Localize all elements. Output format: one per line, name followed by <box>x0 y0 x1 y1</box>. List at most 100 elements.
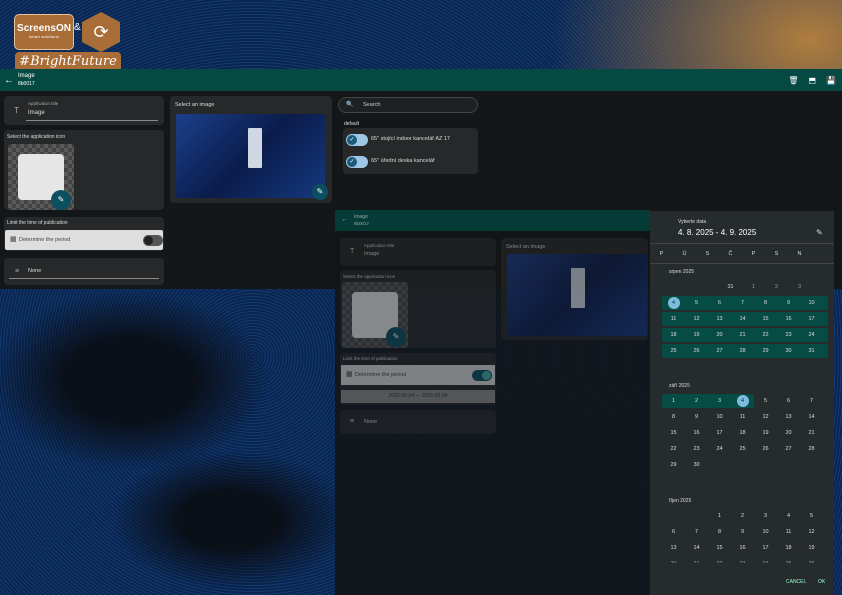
day-cell[interactable]: 29 <box>754 344 777 358</box>
day-cell[interactable]: 12 <box>685 312 708 326</box>
day-cell[interactable]: 13 <box>662 541 685 555</box>
day-cell[interactable]: 29 <box>662 458 685 472</box>
edit-icon-button[interactable]: ✎ <box>386 327 406 347</box>
day-cell[interactable]: 27 <box>708 344 731 358</box>
day-cell[interactable]: 2 <box>731 509 754 523</box>
day-cell[interactable]: 9 <box>685 410 708 424</box>
day-cell[interactable]: 26 <box>685 344 708 358</box>
day-cell[interactable]: 19 <box>800 541 823 555</box>
day-cell[interactable]: 10 <box>800 296 823 310</box>
day-cell[interactable]: 27 <box>777 442 800 456</box>
day-cell[interactable]: 11 <box>731 410 754 424</box>
edit-icon-button[interactable]: ✎ <box>51 190 71 210</box>
period-toggle[interactable] <box>143 235 163 246</box>
day-cell[interactable]: 6 <box>708 296 731 310</box>
device-checkbox[interactable]: ✓ <box>346 134 368 146</box>
day-cell[interactable]: 14 <box>731 312 754 326</box>
day-cell[interactable]: 17 <box>708 426 731 440</box>
day-cell[interactable]: 23 <box>777 328 800 342</box>
day-cell[interactable]: 25 <box>731 442 754 456</box>
day-cell[interactable]: 31 <box>800 344 823 358</box>
day-cell[interactable]: 11 <box>662 312 685 326</box>
day-cell[interactable]: 2 <box>765 280 788 294</box>
image-preview[interactable] <box>176 114 325 198</box>
none-label[interactable]: None <box>28 268 41 274</box>
day-cell[interactable]: 26 <box>800 557 823 563</box>
day-cell[interactable]: 24 <box>800 328 823 342</box>
day-cell[interactable]: 16 <box>777 312 800 326</box>
save-icon[interactable]: 💾 <box>826 76 836 85</box>
day-cell[interactable]: 7 <box>685 525 708 539</box>
day-cell[interactable]: 9 <box>777 296 800 310</box>
device-checkbox[interactable]: ✓ <box>346 156 368 168</box>
back-arrow-icon[interactable]: ← <box>341 216 348 223</box>
day-cell[interactable]: 6 <box>777 394 800 408</box>
day-cell[interactable]: 28 <box>731 344 754 358</box>
day-cell[interactable]: 20 <box>662 557 685 563</box>
day-cell[interactable]: 13 <box>708 312 731 326</box>
day-cell[interactable]: 15 <box>662 426 685 440</box>
trash-icon[interactable]: 🗑 <box>788 76 798 85</box>
edit-icon[interactable]: ✎ <box>816 228 823 237</box>
day-cell[interactable]: 20 <box>777 426 800 440</box>
day-cell[interactable]: 14 <box>800 410 823 424</box>
day-cell[interactable]: 15 <box>708 541 731 555</box>
day-cell[interactable]: 14 <box>685 541 708 555</box>
search-input[interactable]: 🔍 Search <box>338 97 478 113</box>
day-cell[interactable]: 22 <box>708 557 731 563</box>
day-cell[interactable]: 28 <box>800 442 823 456</box>
day-cell[interactable]: 12 <box>754 410 777 424</box>
day-cell[interactable]: 21 <box>685 557 708 563</box>
day-cell[interactable]: 9 <box>731 525 754 539</box>
image-preview[interactable] <box>507 254 647 336</box>
day-cell[interactable]: 10 <box>708 410 731 424</box>
day-cell[interactable]: 17 <box>800 312 823 326</box>
ok-button[interactable]: OK <box>818 579 825 585</box>
day-cell[interactable]: 19 <box>685 328 708 342</box>
day-cell[interactable]: 3 <box>788 280 811 294</box>
day-cell[interactable]: 12 <box>800 525 823 539</box>
determine-period-row[interactable]: ▦ Determine the period <box>341 365 495 385</box>
day-cell[interactable]: 18 <box>662 328 685 342</box>
day-cell[interactable]: 16 <box>685 426 708 440</box>
day-cell[interactable]: 26 <box>754 442 777 456</box>
day-cell[interactable]: 10 <box>754 525 777 539</box>
determine-period-row[interactable]: ▦ Determine the period <box>5 230 163 250</box>
day-cell[interactable]: 11 <box>777 525 800 539</box>
save-exit-icon[interactable]: ⬒ <box>808 76 816 85</box>
day-cell[interactable]: 18 <box>777 541 800 555</box>
day-cell[interactable]: 30 <box>777 344 800 358</box>
day-cell[interactable]: 1 <box>742 280 765 294</box>
day-cell[interactable]: 24 <box>708 442 731 456</box>
day-cell[interactable]: 1 <box>662 394 685 408</box>
app-title-input[interactable]: Image <box>28 110 45 116</box>
day-cell[interactable]: 5 <box>685 296 708 310</box>
day-cell[interactable]: 4 <box>731 394 754 408</box>
day-cell[interactable]: 6 <box>662 525 685 539</box>
day-cell[interactable]: 1 <box>708 509 731 523</box>
day-cell[interactable]: 25 <box>662 344 685 358</box>
day-cell[interactable]: 31 <box>719 280 742 294</box>
day-cell[interactable]: 23 <box>685 442 708 456</box>
day-cell[interactable]: 7 <box>800 394 823 408</box>
day-cell[interactable]: 2 <box>685 394 708 408</box>
period-range[interactable]: 2025-08-04 — 2025-09-04 <box>341 390 495 403</box>
day-cell[interactable]: 8 <box>662 410 685 424</box>
day-cell[interactable]: 30 <box>685 458 708 472</box>
day-cell[interactable]: 8 <box>754 296 777 310</box>
day-cell[interactable]: 25 <box>777 557 800 563</box>
day-cell[interactable]: 23 <box>731 557 754 563</box>
day-cell[interactable]: 4 <box>777 509 800 523</box>
day-cell[interactable]: 21 <box>800 426 823 440</box>
day-cell[interactable]: 24 <box>754 557 777 563</box>
day-cell[interactable]: 22 <box>754 328 777 342</box>
day-cell[interactable]: 7 <box>731 296 754 310</box>
day-cell[interactable]: 16 <box>731 541 754 555</box>
day-cell[interactable]: 20 <box>708 328 731 342</box>
edit-image-button[interactable]: ✎ <box>312 184 328 200</box>
day-cell[interactable]: 17 <box>754 541 777 555</box>
day-cell[interactable]: 5 <box>800 509 823 523</box>
app-title-input[interactable]: Image <box>364 251 379 257</box>
day-cell[interactable]: 3 <box>754 509 777 523</box>
day-cell[interactable]: 21 <box>731 328 754 342</box>
